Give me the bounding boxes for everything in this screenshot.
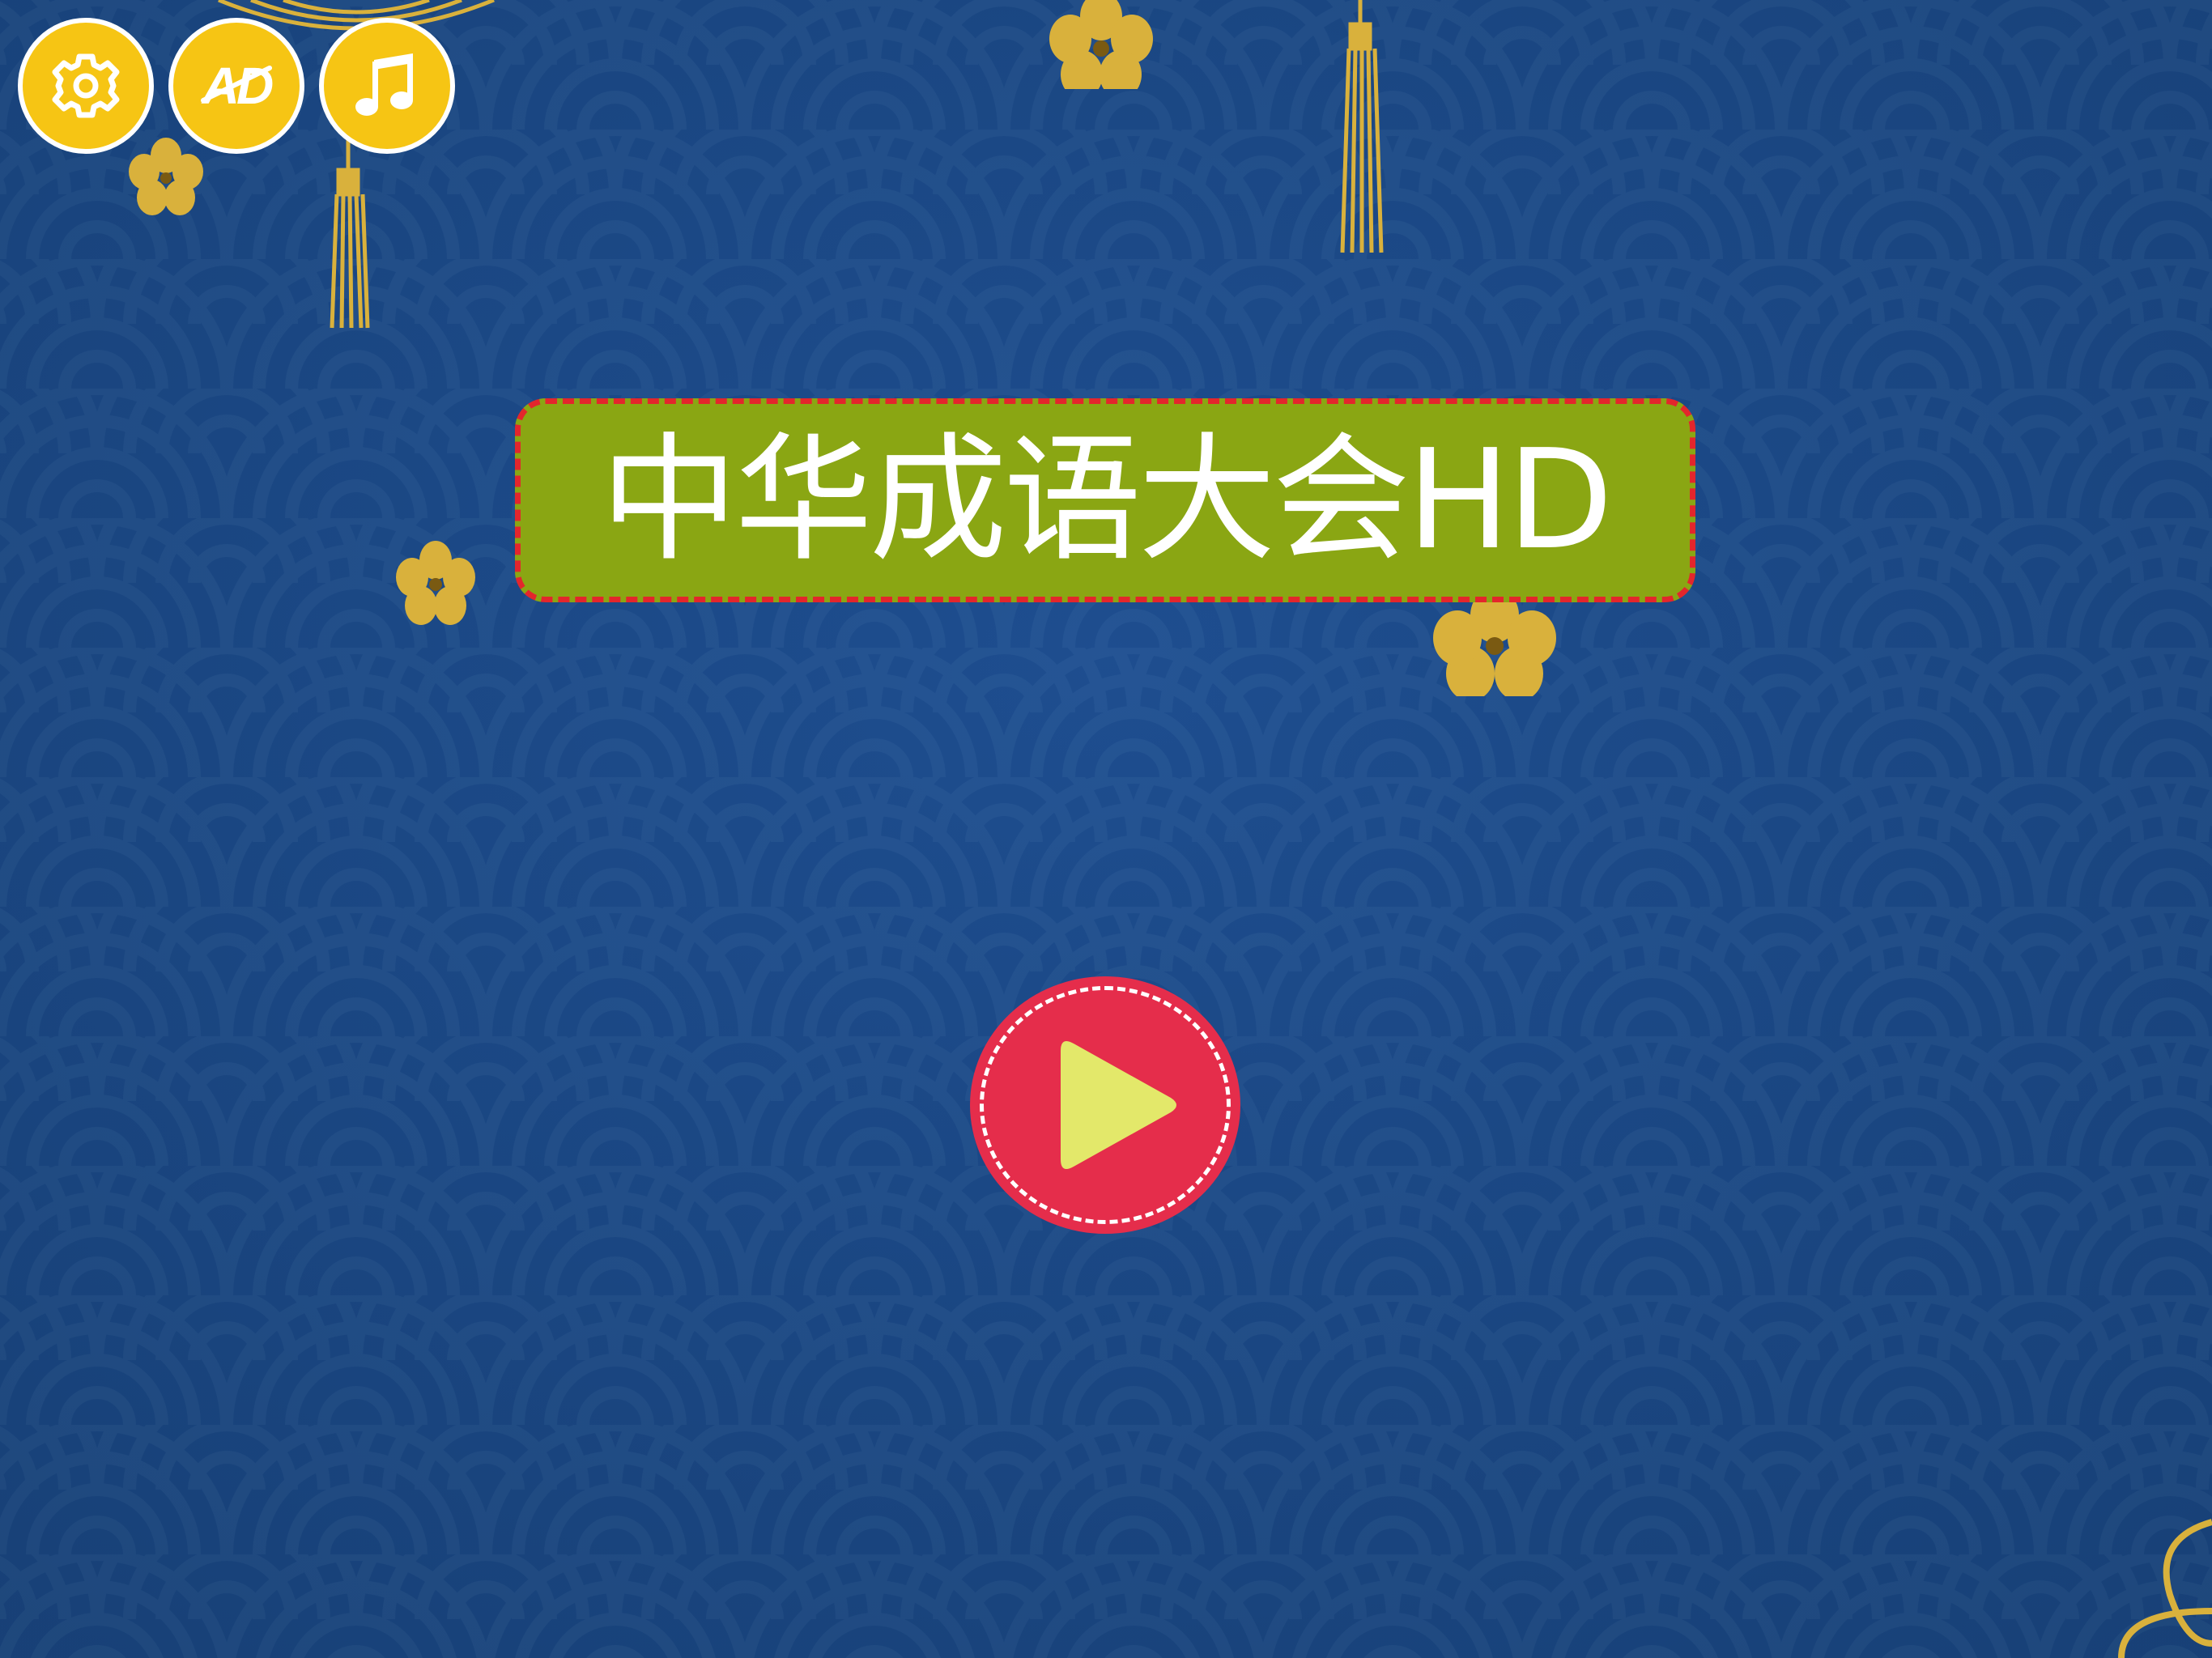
lantern-tassel-right-decoration: [1340, 0, 1384, 253]
remove-ads-button[interactable]: AD: [168, 18, 304, 154]
gold-flower-left-decoration: [396, 541, 475, 625]
game-title: 中华成语大会HD: [600, 420, 1614, 580]
title-banner: 中华成语大会HD: [515, 398, 1695, 602]
gear-icon: [52, 53, 120, 118]
no-ads-icon: AD: [192, 53, 281, 118]
game-start-screen: AD 中华成语大会HD: [0, 0, 2212, 1658]
music-toggle-button[interactable]: [319, 18, 455, 154]
settings-button[interactable]: [18, 18, 154, 154]
gold-swirl-corner-decoration: [2118, 1519, 2212, 1658]
play-icon: [1061, 1041, 1176, 1169]
play-button[interactable]: [970, 976, 1240, 1234]
music-note-icon: [355, 53, 413, 116]
gold-flower-small-decoration: [129, 138, 203, 215]
gold-flower-top-decoration: [1049, 0, 1153, 89]
